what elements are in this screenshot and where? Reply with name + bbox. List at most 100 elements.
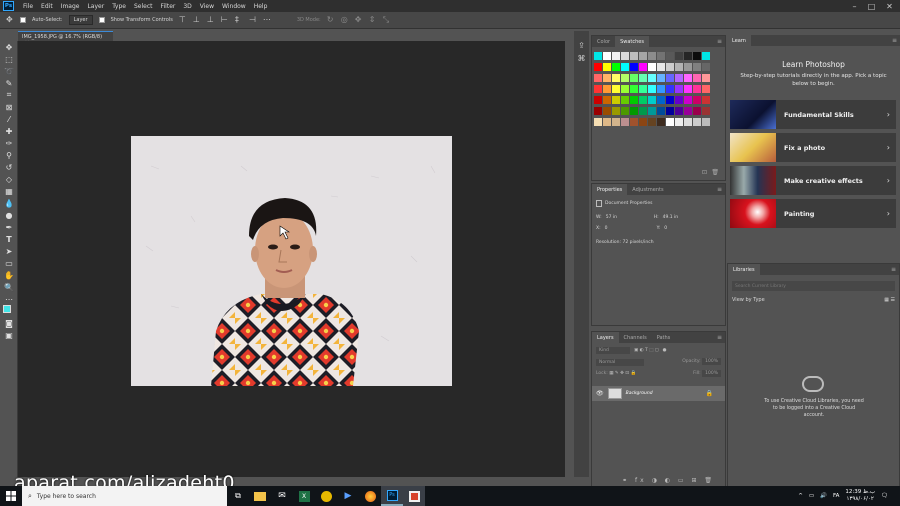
language-indicator[interactable]: FA	[833, 493, 839, 499]
path-select-icon[interactable]: ➤	[0, 245, 18, 257]
opacity-value[interactable]: 100%	[702, 358, 721, 365]
align-middle-icon[interactable]: ⊥	[193, 16, 201, 24]
filter-toggle[interactable]: ●	[663, 348, 667, 353]
auto-select-checkbox[interactable]	[20, 17, 26, 23]
notification-icon[interactable]: 🗨	[881, 493, 888, 499]
menu-layer[interactable]: Layer	[83, 3, 108, 10]
menu-type[interactable]: Type	[108, 3, 130, 10]
clock[interactable]: 12:39 ب.ظ ۱۳۹۸/۰۶/۰۲	[845, 489, 875, 503]
quick-select-tool-icon[interactable]: ✎	[0, 77, 18, 89]
menu-view[interactable]: View	[196, 3, 218, 10]
panel-menu-icon[interactable]: ≡	[717, 186, 722, 193]
taskbar-search-input[interactable]: Type here to search	[37, 493, 96, 500]
more-tools-icon[interactable]: ⋯	[0, 293, 18, 305]
excel-icon[interactable]: X	[293, 486, 315, 506]
clone-stamp-icon[interactable]: ⚲	[0, 149, 18, 161]
quick-mask-icon[interactable]: ◙	[0, 317, 18, 329]
tab-adjustments[interactable]: Adjustments	[627, 184, 668, 195]
menu-file[interactable]: File	[19, 3, 37, 10]
3d-slide-icon[interactable]: ⇕	[369, 16, 377, 24]
align-center-icon[interactable]: ‡	[235, 16, 243, 24]
align-top-icon[interactable]: ⊤	[179, 16, 187, 24]
media-player-icon[interactable]	[315, 486, 337, 506]
w-value[interactable]: 57 in	[606, 215, 650, 220]
crop-tool-icon[interactable]: ⌗	[0, 89, 18, 101]
menu-3d[interactable]: 3D	[179, 3, 195, 10]
zoom-tool-icon[interactable]: 🔍	[0, 281, 18, 293]
eraser-tool-icon[interactable]: ◇	[0, 173, 18, 185]
tab-layers[interactable]: Layers	[592, 332, 619, 343]
tab-channels[interactable]: Channels	[619, 332, 652, 343]
file-explorer-icon[interactable]	[249, 486, 271, 506]
move-tool-icon[interactable]: ✥	[0, 41, 18, 53]
document-photo[interactable]	[131, 136, 452, 386]
maximize-icon[interactable]: □	[864, 0, 879, 12]
panel-menu-icon[interactable]: ≡	[891, 266, 896, 273]
brush-tool-icon[interactable]: ✑	[0, 137, 18, 149]
new-swatch-icon[interactable]: ⊡	[702, 169, 707, 176]
close-icon[interactable]: ✕	[882, 0, 897, 12]
gradient-tool-icon[interactable]: ▦	[0, 185, 18, 197]
eyedropper-tool-icon[interactable]: ⁄	[0, 113, 18, 125]
lasso-tool-icon[interactable]: ➰	[0, 65, 18, 77]
healing-brush-icon[interactable]: ✚	[0, 125, 18, 137]
marquee-tool-icon[interactable]: ⬚	[0, 53, 18, 65]
dodge-tool-icon[interactable]: ●	[0, 209, 18, 221]
x-value[interactable]: 0	[605, 226, 653, 231]
tab-swatches[interactable]: Swatches	[615, 36, 649, 47]
firefox-icon[interactable]	[359, 486, 381, 506]
tab-paths[interactable]: Paths	[652, 332, 676, 343]
layer-name[interactable]: Background	[626, 391, 702, 396]
distribute-icon[interactable]: ⋯	[263, 16, 271, 24]
swatch-grid[interactable]	[592, 47, 725, 129]
tab-libraries[interactable]: Libraries	[728, 264, 760, 275]
layer-actions[interactable]: ⚭ fx ◑ ◐ ▭ ⊞ 🗑	[622, 477, 715, 484]
show-transform-checkbox[interactable]	[98, 17, 105, 23]
network-icon[interactable]: ▭	[809, 493, 814, 499]
history-brush-icon[interactable]: ↺	[0, 161, 18, 173]
screen-mode-icon[interactable]: ▣	[0, 329, 18, 341]
document-tab[interactable]: IMG_1958.JPG @ 16.7% (RGB/8) ×	[18, 31, 113, 46]
h-value[interactable]: 49.1 in	[663, 215, 679, 220]
minimize-icon[interactable]: –	[847, 0, 862, 12]
3d-scale-icon[interactable]: ⤡	[383, 16, 391, 24]
auto-select-dropdown[interactable]: Layer	[68, 15, 93, 25]
type-tool-icon[interactable]: T	[0, 233, 18, 245]
lock-icons[interactable]: ▦ ✎ ✥ ⊡ 🔒	[609, 371, 636, 376]
taskbar-search[interactable]: ⌕ Type here to search	[22, 486, 227, 506]
volume-icon[interactable]: 🔊	[820, 493, 827, 499]
task-view-icon[interactable]: ⧉	[227, 486, 249, 506]
movies-icon[interactable]: ▶	[337, 486, 359, 506]
screen-recorder-icon[interactable]	[403, 486, 425, 506]
3d-rotate-icon[interactable]: ↻	[327, 16, 335, 24]
menu-image[interactable]: Image	[57, 3, 84, 10]
blur-tool-icon[interactable]: 💧	[0, 197, 18, 209]
menu-window[interactable]: Window	[218, 3, 250, 10]
y-value[interactable]: 0	[664, 226, 667, 231]
panel-menu-icon[interactable]: ≡	[717, 38, 722, 45]
3d-roll-icon[interactable]: ◎	[341, 16, 349, 24]
3d-pan-icon[interactable]: ✥	[355, 16, 363, 24]
move-tool-icon[interactable]: ✥	[6, 16, 14, 24]
tray-chevron-icon[interactable]: ^	[798, 493, 803, 499]
tab-color[interactable]: Color	[592, 36, 615, 47]
library-search[interactable]: Search Current Library	[732, 281, 895, 291]
library-search-input[interactable]: Search Current Library	[735, 284, 786, 289]
layer-row[interactable]: 👁 Background 🔒	[592, 386, 725, 401]
menu-filter[interactable]: Filter	[157, 3, 180, 10]
view-by-select[interactable]: View by Type	[732, 297, 765, 303]
tab-properties[interactable]: Properties	[592, 184, 628, 195]
panel-menu-icon[interactable]: ≡	[717, 334, 722, 341]
menu-help[interactable]: Help	[250, 3, 272, 10]
frame-tool-icon[interactable]: ⊠	[0, 101, 18, 113]
actions-icon[interactable]: ⌘	[574, 52, 589, 65]
trash-icon[interactable]: 🗑	[711, 169, 719, 176]
view-toggle-icons[interactable]: ▦ ☰	[884, 297, 895, 303]
align-left-icon[interactable]: ⊢	[221, 16, 229, 24]
fill-value[interactable]: 100%	[702, 370, 721, 377]
windows-start-icon[interactable]	[0, 486, 22, 506]
menu-edit[interactable]: Edit	[37, 3, 57, 10]
tab-learn[interactable]: Learn	[727, 35, 751, 46]
hand-tool-icon[interactable]: ✋	[0, 269, 18, 281]
learn-card-fix-photo[interactable]: Fix a photo ›	[730, 133, 896, 162]
